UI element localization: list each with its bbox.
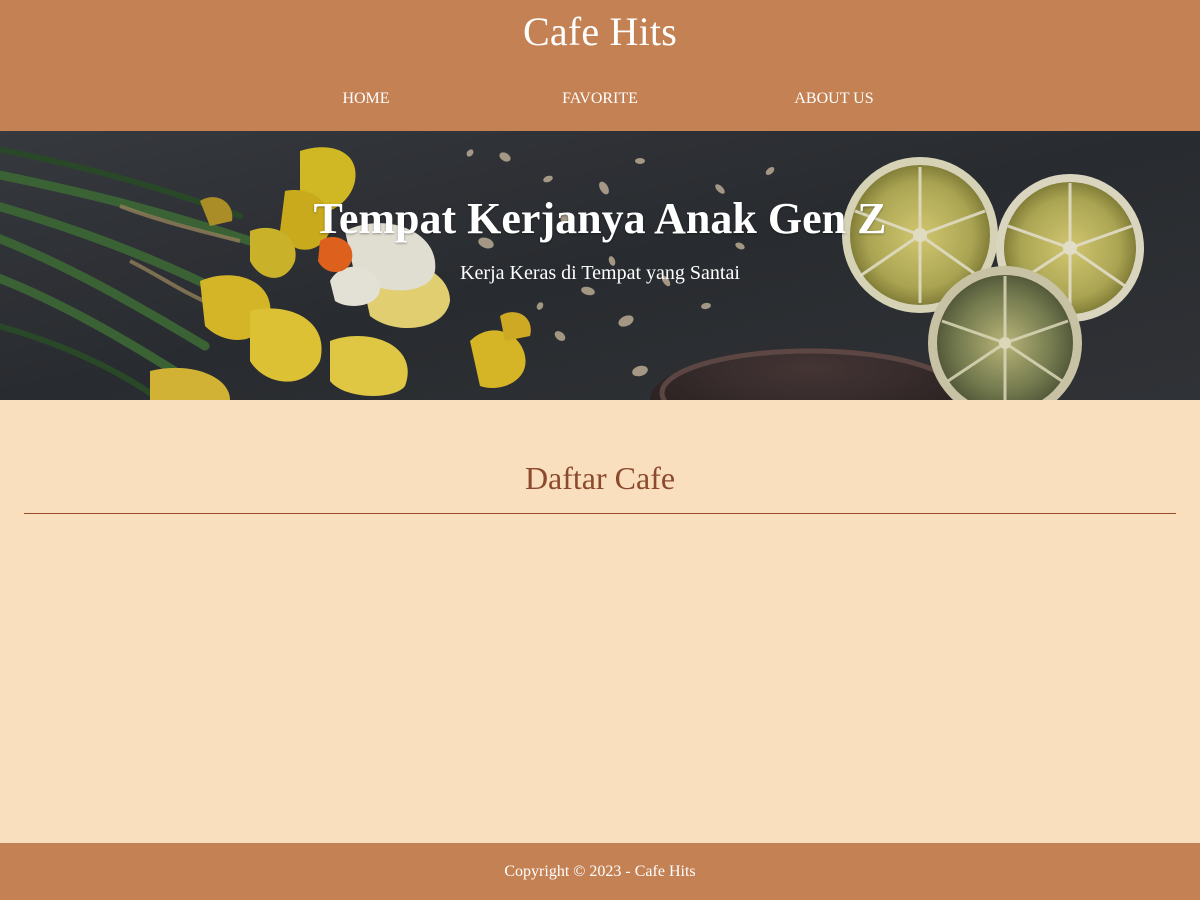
site-footer: Copyright © 2023 - Cafe Hits xyxy=(0,843,1200,900)
footer-copyright: Copyright © 2023 - Cafe Hits xyxy=(504,863,696,880)
page: Cafe Hits HOME FAVORITE ABOUT US Tempat … xyxy=(0,0,1200,900)
nav-about-us[interactable]: ABOUT US xyxy=(734,86,934,112)
site-title: Cafe Hits xyxy=(523,9,677,54)
main-nav: HOME FAVORITE ABOUT US xyxy=(0,86,1200,112)
hero-title: Tempat Kerjanya Anak Gen Z xyxy=(313,194,887,243)
site-header: Cafe Hits HOME FAVORITE ABOUT US xyxy=(0,0,1200,131)
hero-subtitle: Kerja Keras di Tempat yang Santai xyxy=(460,262,740,284)
nav-home[interactable]: HOME xyxy=(266,86,466,112)
nav-favorite[interactable]: FAVORITE xyxy=(500,86,700,112)
section-heading-daftar-cafe: Daftar Cafe xyxy=(524,460,676,496)
hero-banner: Tempat Kerjanya Anak Gen Z Kerja Keras d… xyxy=(0,131,1200,400)
section-divider xyxy=(24,513,1176,514)
